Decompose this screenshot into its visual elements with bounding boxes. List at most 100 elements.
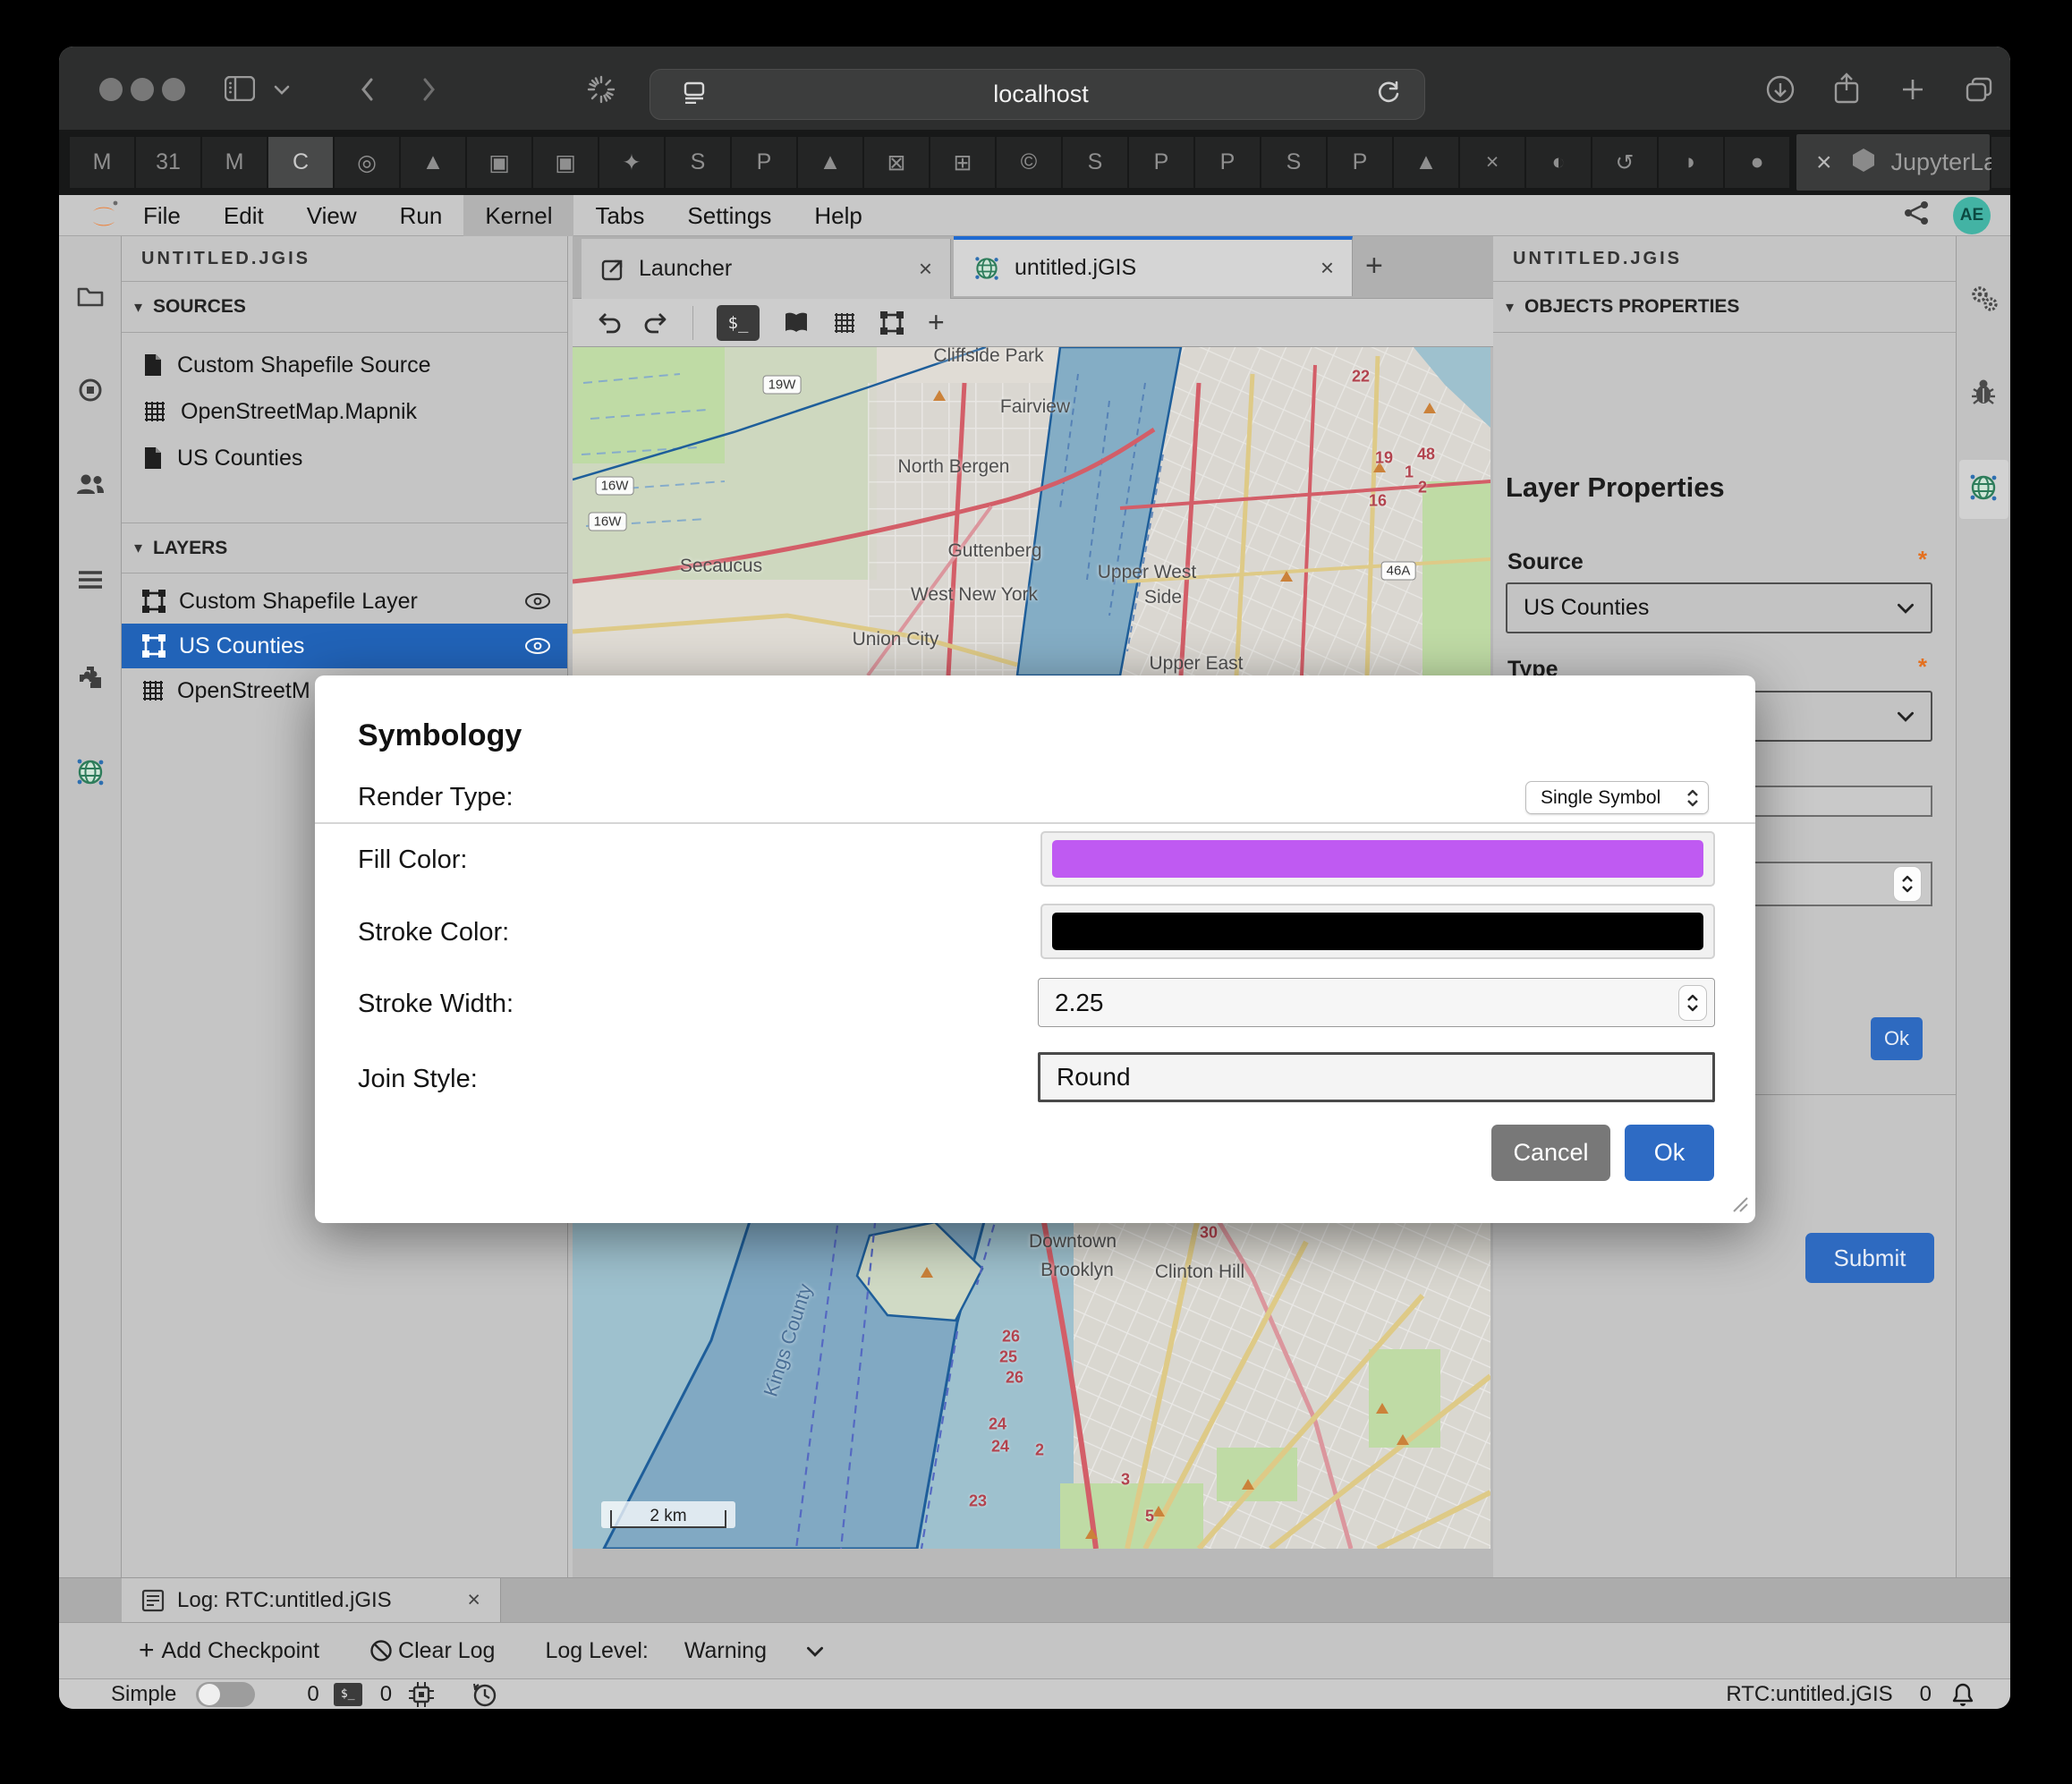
render-type-select[interactable]: Single Symbol [1525, 781, 1709, 814]
reload-icon[interactable] [1376, 80, 1401, 109]
layer-item[interactable]: Custom Shapefile Layer [122, 579, 567, 624]
panel-ok-button[interactable]: Ok [1871, 1017, 1923, 1060]
address-bar[interactable]: localhost [650, 69, 1425, 120]
redo-icon[interactable] [644, 312, 669, 334]
close-tab-icon[interactable]: × [1816, 148, 1832, 178]
layers-section-header[interactable]: ▾ LAYERS [122, 522, 567, 573]
close-tab-icon[interactable]: × [919, 255, 932, 283]
stepper-icon[interactable] [1678, 985, 1707, 1021]
pinned-tab[interactable]: ◗ [1659, 137, 1723, 188]
forward-button[interactable] [422, 78, 437, 101]
pinned-tab[interactable]: ▣ [533, 137, 598, 188]
visibility-eye-icon[interactable] [524, 593, 551, 609]
source-select[interactable]: US Counties [1506, 582, 1932, 633]
menu-kernel[interactable]: Kernel [463, 195, 573, 236]
pinned-tab[interactable]: C [268, 137, 333, 188]
file-browser-icon[interactable] [77, 285, 104, 312]
add-layer-button[interactable]: + [928, 306, 945, 339]
pinned-tab[interactable]: ↺ [1592, 137, 1657, 188]
pinned-tab[interactable]: ▲ [401, 137, 465, 188]
log-tab[interactable]: Log: RTC:untitled.jGIS × [122, 1578, 501, 1622]
menu-help[interactable]: Help [793, 195, 883, 236]
jgis-panel-icon[interactable] [75, 757, 106, 792]
pinned-tab[interactable]: M [70, 137, 134, 188]
source-item[interactable]: Custom Shapefile Source [122, 342, 567, 388]
new-vector-layer-icon[interactable] [879, 310, 904, 336]
objects-properties-header[interactable]: ▾ OBJECTS PROPERTIES [1493, 282, 1956, 333]
source-item[interactable]: OpenStreetMap.Mapnik [122, 388, 567, 435]
terminal-status-icon[interactable]: $_ [334, 1683, 362, 1706]
collaborators-icon[interactable] [75, 472, 106, 500]
url-text[interactable]: localhost [706, 81, 1376, 108]
layer-item-selected[interactable]: US Counties [122, 624, 567, 668]
sidebar-toggle-icon[interactable] [225, 76, 255, 101]
clear-log-button[interactable]: Clear Log [369, 1638, 495, 1664]
pinned-tab[interactable]: ⊠ [864, 137, 929, 188]
jgis-right-panel-icon[interactable] [1968, 472, 1999, 507]
table-of-contents-icon[interactable] [77, 569, 104, 595]
visibility-eye-icon[interactable] [524, 638, 551, 654]
join-style-input[interactable]: Round [1038, 1052, 1715, 1102]
menu-run[interactable]: Run [378, 195, 464, 236]
close-tab-icon[interactable]: × [1320, 254, 1334, 282]
submit-button[interactable]: Submit [1805, 1233, 1934, 1283]
stepper-icon[interactable] [1893, 866, 1922, 902]
pinned-tab[interactable]: ● [1725, 137, 1789, 188]
menu-file[interactable]: File [122, 195, 202, 236]
active-browser-tab[interactable]: × JupyterLab [1796, 134, 1990, 191]
undo-icon[interactable] [596, 312, 621, 334]
pinned-tab[interactable]: × [1460, 137, 1524, 188]
pinned-tab[interactable]: ⊞ [930, 137, 995, 188]
pinned-tab[interactable]: ◐ [1526, 137, 1591, 188]
history-clock-icon[interactable] [471, 1681, 497, 1708]
menu-tabs[interactable]: Tabs [573, 195, 666, 236]
downloads-icon[interactable] [1766, 75, 1795, 104]
pinned-tab[interactable]: ▲ [1394, 137, 1458, 188]
new-tab-button[interactable]: + [1365, 249, 1383, 284]
pinned-tab[interactable]: S [1261, 137, 1326, 188]
pinned-tab[interactable]: M [202, 137, 267, 188]
sources-section-header[interactable]: ▾ SOURCES [122, 282, 567, 333]
kernel-chip-icon[interactable] [408, 1681, 435, 1708]
source-item[interactable]: US Counties [122, 435, 567, 481]
reader-icon[interactable] [683, 81, 706, 108]
console-button[interactable]: $_ [717, 305, 760, 341]
close-log-tab-icon[interactable]: × [467, 1587, 480, 1613]
share-icon[interactable] [1833, 72, 1860, 105]
tab-overview-icon[interactable] [1965, 76, 1993, 103]
menu-edit[interactable]: Edit [202, 195, 285, 236]
menu-view[interactable]: View [285, 195, 378, 236]
new-raster-layer-icon[interactable] [833, 311, 856, 335]
pinned-tab[interactable]: P [1195, 137, 1260, 188]
bell-icon[interactable] [1951, 1682, 1974, 1707]
tab-launcher[interactable]: Launcher × [582, 239, 951, 299]
collapse-caret-icon[interactable]: ▾ [1506, 298, 1514, 317]
log-level-select[interactable]: Warning [684, 1638, 824, 1664]
pinned-tab[interactable]: P [1328, 137, 1392, 188]
stroke-color-input[interactable] [1040, 904, 1715, 959]
debugger-bug-icon[interactable] [1970, 378, 1997, 411]
collapse-caret-icon[interactable]: ▾ [134, 539, 142, 557]
basemap-gallery-icon[interactable] [783, 311, 810, 335]
new-tab-icon[interactable] [1900, 77, 1925, 102]
pinned-tab[interactable]: S [666, 137, 730, 188]
stroke-width-input[interactable]: 2.25 [1038, 978, 1715, 1027]
menu-settings[interactable]: Settings [666, 195, 793, 236]
traffic-light-minimize[interactable] [131, 78, 154, 101]
collapse-caret-icon[interactable]: ▾ [134, 298, 142, 317]
pinned-tab[interactable]: P [732, 137, 796, 188]
traffic-light-close[interactable] [99, 78, 123, 101]
simple-mode-toggle[interactable] [196, 1682, 255, 1707]
back-button[interactable] [360, 78, 374, 101]
pinned-tab[interactable]: ▣ [467, 137, 531, 188]
running-sessions-icon[interactable] [78, 378, 103, 407]
property-inspector-icon[interactable] [1968, 283, 1999, 318]
fill-color-swatch[interactable] [1052, 840, 1703, 878]
pinned-tab[interactable]: ▲ [798, 137, 862, 188]
user-avatar[interactable]: AE [1953, 197, 1991, 234]
sidebar-chevron-icon[interactable] [274, 84, 290, 95]
pinned-tab[interactable]: 31 [136, 137, 200, 188]
pinned-tab[interactable]: ◎ [335, 137, 399, 188]
pinned-tab[interactable]: © [997, 137, 1061, 188]
traffic-light-zoom[interactable] [162, 78, 185, 101]
